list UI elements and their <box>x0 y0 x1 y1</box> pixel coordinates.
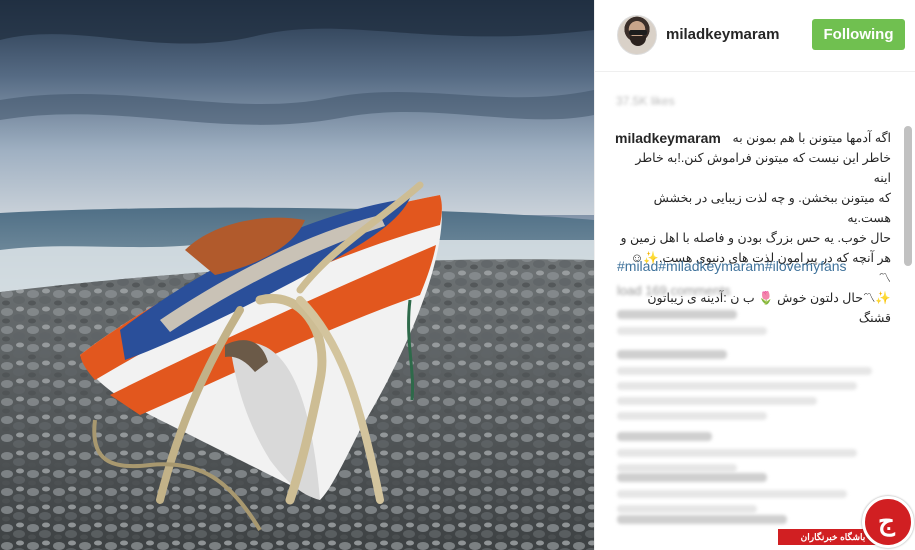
caption-username[interactable]: miladkeymaram <box>615 128 721 148</box>
avatar[interactable] <box>617 15 657 55</box>
news-agency-logo-icon: ج <box>862 496 914 548</box>
caption-line: اگه آدمها میتونن با هم بمونن به <box>732 131 892 145</box>
list-item <box>617 432 857 479</box>
list-item <box>617 310 767 342</box>
avatar-glasses <box>629 30 647 35</box>
boat-on-beach-image <box>0 0 594 550</box>
username-link[interactable]: miladkeymaram <box>666 26 779 43</box>
post-caption: miladkeymaram اگه آدمها میتونن با هم بمون… <box>615 128 891 328</box>
load-more-comments[interactable]: load 169 comments <box>617 283 730 298</box>
post-photo[interactable] <box>0 0 594 550</box>
avatar-beard <box>630 36 646 46</box>
comments-scrollbar[interactable] <box>904 126 912 266</box>
following-button[interactable]: Following <box>812 19 905 50</box>
caption-line: که میتونن ببخشن. و چه لذت زیبایی در بخشش… <box>653 191 891 225</box>
post-sidebar: miladkeymaram Following 37.5K likes mila… <box>594 0 915 550</box>
post-header: miladkeymaram Following <box>595 0 915 72</box>
caption-line: حال خوب. یه حس بزرگ بودن و فاصله با اهل … <box>620 231 891 245</box>
list-item <box>617 515 787 532</box>
list-item <box>617 350 872 427</box>
news-agency-watermark: باشگاه خبرنگاران ج <box>778 493 915 550</box>
caption-line: خاطر این نیست که میتونن فراموش کنن.!به خ… <box>635 151 891 185</box>
caption-hashtags[interactable]: #milad#miladkeymaram#ilovemyfans <box>617 258 847 274</box>
likes-count: 37.5K likes <box>616 94 675 108</box>
